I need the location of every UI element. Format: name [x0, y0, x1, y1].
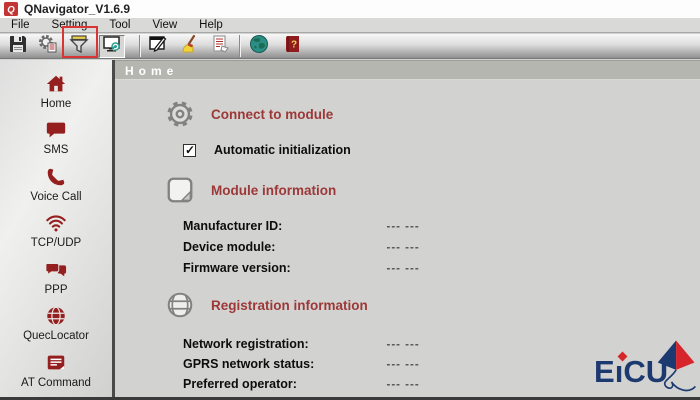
qnavigator-window: Q QNavigator_V1.6.9 File Setting Tool Vi… [0, 0, 700, 400]
sidebar-label: AT Command [21, 376, 91, 389]
menu-file[interactable]: File [0, 18, 41, 33]
world-icon [249, 34, 269, 59]
settings-button[interactable] [35, 35, 61, 58]
section-registration-info: Registration information [165, 290, 368, 320]
globe-icon [45, 305, 67, 327]
report-icon [211, 34, 231, 59]
chat-bubbles-icon [45, 259, 67, 281]
connect-module-icon [69, 34, 89, 59]
sidebar-item-sms[interactable]: SMS [0, 115, 112, 162]
sidebar-label: SMS [43, 144, 69, 157]
save-button[interactable] [5, 35, 31, 58]
field-value: --- --- [386, 242, 420, 254]
toolbar: ? [0, 34, 700, 59]
clear-button[interactable] [177, 34, 203, 59]
clear-broom-icon [180, 34, 200, 59]
field-device-module: Device module: --- --- [183, 240, 420, 254]
field-label: Manufacturer ID: [183, 219, 283, 233]
field-firmware-version: Firmware version: --- --- [183, 261, 420, 275]
field-label: Firmware version: [183, 261, 291, 275]
field-label: Preferred operator: [183, 377, 297, 391]
globe-outline-icon [165, 290, 195, 320]
field-label: Network registration: [183, 337, 309, 351]
toolbar-separator [139, 35, 141, 57]
help-button[interactable]: ? [280, 35, 306, 58]
sidebar-label: Voice Call [30, 190, 82, 203]
sidebar-label: Home [40, 97, 72, 110]
sidebar-item-tcp-udp[interactable]: TCP/UDP [0, 208, 112, 255]
gear-icon [165, 99, 195, 129]
field-gprs-network-status: GPRS network status: --- --- [183, 357, 420, 371]
section-connect: Connect to module [165, 99, 333, 129]
q-logo-icon: Q [4, 2, 18, 16]
field-label: Device module: [183, 240, 276, 254]
kite-icon [654, 338, 700, 397]
field-value: --- --- [386, 359, 420, 371]
sidebar-item-home[interactable]: Home [0, 68, 112, 115]
sidebar-item-ppp[interactable]: PPP [0, 254, 112, 301]
field-value: --- --- [386, 221, 420, 233]
menu-bar: File Setting Tool View Help [0, 18, 700, 33]
field-label: GPRS network status: [183, 357, 315, 371]
sidebar-label: QuecLocator [23, 330, 89, 343]
note-icon [165, 175, 195, 205]
home-icon [45, 73, 67, 95]
connect-module-button[interactable] [66, 35, 92, 58]
section-title: Connect to module [211, 106, 334, 122]
sidebar-label: PPP [44, 283, 68, 296]
svg-text:?: ? [291, 40, 297, 51]
svg-text:Q: Q [7, 5, 15, 16]
window-title: QNavigator_V1.6.9 [24, 2, 131, 16]
sidebar-item-queclocator[interactable]: QuecLocator [0, 301, 112, 348]
section-title: Registration information [211, 297, 368, 313]
field-value: --- --- [386, 379, 420, 391]
auto-init-row: Automatic initialization [183, 143, 351, 157]
save-icon [8, 34, 28, 59]
toolbar-separator [239, 35, 241, 57]
field-network-registration: Network registration: --- --- [183, 337, 420, 351]
help-book-icon: ? [283, 34, 303, 59]
menu-setting[interactable]: Setting [41, 18, 99, 33]
home-tab-header: Home [115, 60, 700, 80]
menu-help[interactable]: Help [188, 18, 234, 33]
sidebar-item-at-command[interactable]: AT Command [0, 347, 112, 394]
sidebar: Home SMS Voice Call TCP/UDP PPP QuecLoca… [0, 60, 112, 397]
view-monitor-icon [102, 34, 122, 59]
sidebar-item-voice-call[interactable]: Voice Call [0, 161, 112, 208]
wifi-icon [45, 212, 67, 234]
document-icon [45, 352, 67, 374]
voice-call-icon [45, 166, 67, 188]
auto-init-label: Automatic initialization [214, 143, 351, 157]
menu-view[interactable]: View [141, 18, 188, 33]
section-title: Module information [211, 182, 337, 198]
field-value: --- --- [386, 339, 420, 351]
auto-init-checkbox[interactable] [183, 143, 196, 157]
sidebar-label: TCP/UDP [30, 237, 82, 250]
report-button[interactable] [208, 35, 234, 58]
eicu-logo: EıCU [592, 340, 700, 397]
world-button[interactable] [246, 35, 272, 58]
edit-window-button[interactable] [145, 35, 171, 58]
section-module-info: Module information [165, 175, 336, 205]
title-bar: Q QNavigator_V1.6.9 [0, 0, 700, 18]
edit-window-icon [148, 34, 168, 59]
view-monitor-button[interactable] [99, 35, 125, 58]
settings-icon [38, 34, 58, 59]
sms-icon [45, 119, 67, 141]
field-preferred-operator: Preferred operator: --- --- [183, 377, 420, 391]
field-value: --- --- [386, 263, 420, 275]
field-manufacturer-id: Manufacturer ID: --- --- [183, 219, 420, 233]
menu-tool[interactable]: Tool [98, 18, 141, 33]
